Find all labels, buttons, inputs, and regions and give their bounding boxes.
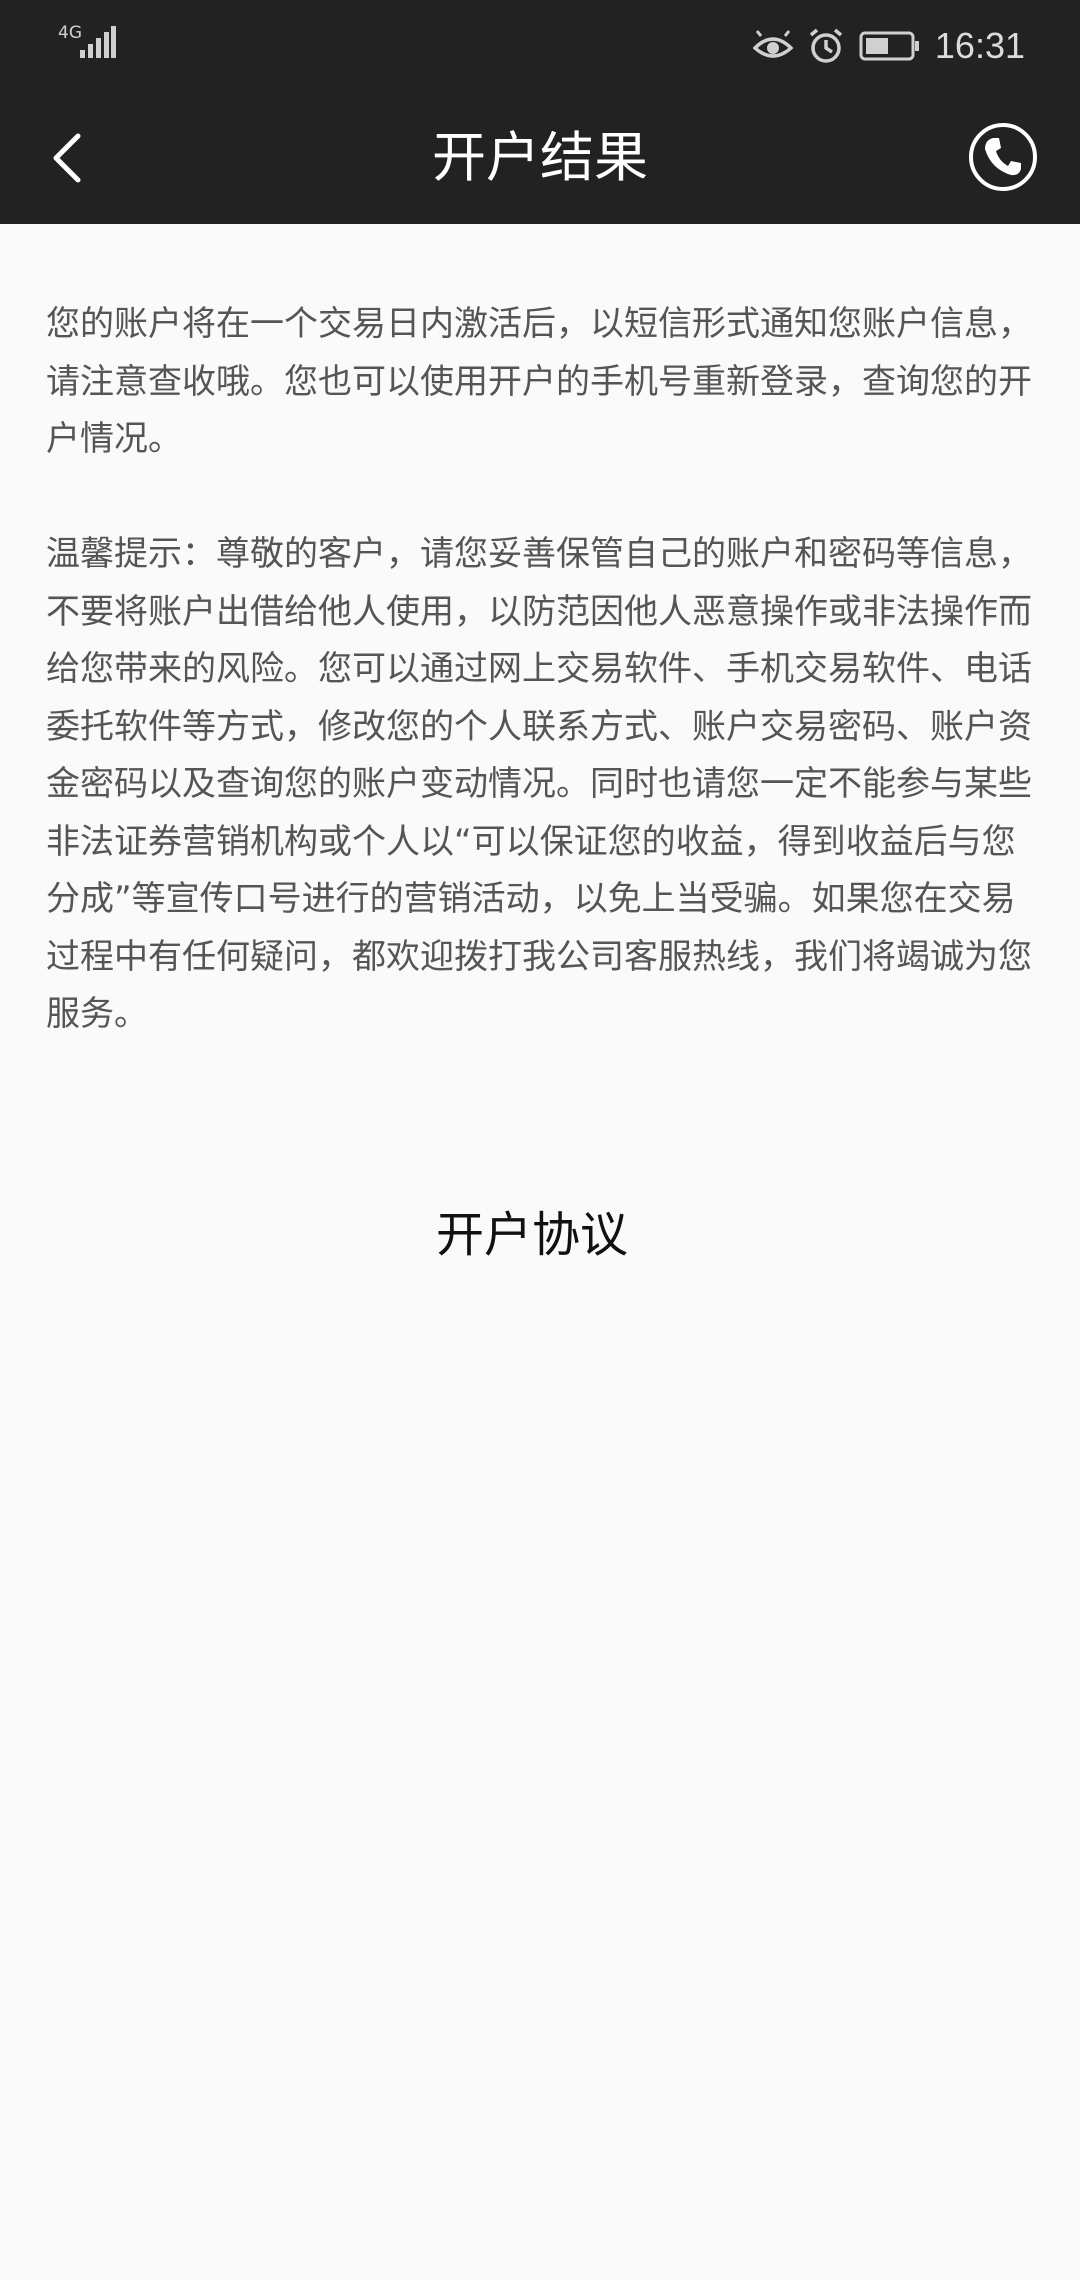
- activation-notice-paragraph: 您的账户将在一个交易日内激活后，以短信形式通知您账户信息，请注意查收哦。您也可以…: [46, 304, 1032, 459]
- status-right-group: 16:31: [752, 22, 1025, 70]
- eye-icon: [752, 30, 793, 58]
- phone-button[interactable]: [966, 120, 1040, 194]
- status-bar: 4G 16:31: [0, 0, 1080, 92]
- account-agreement-link[interactable]: 开户协议: [0, 1200, 1064, 1270]
- alarm-icon: [809, 28, 843, 63]
- app-bar: 开户结果: [0, 92, 1080, 224]
- result-content: 您的账户将在一个交易日内激活后，以短信形式通知您账户信息，请注意查收哦。您也可以…: [46, 296, 1036, 1044]
- warm-tips-paragraph: 温馨提示：尊敬的客户，请您妥善保管自己的账户和密码等信息，不要将账户出借给他人使…: [46, 534, 1032, 1034]
- phone-icon: [969, 123, 1037, 191]
- signal-icon: [80, 26, 116, 58]
- status-time: 16:31: [934, 25, 1025, 66]
- network-type-label: 4G: [58, 23, 82, 43]
- page-title: 开户结果: [432, 126, 648, 189]
- battery-icon: [859, 31, 919, 61]
